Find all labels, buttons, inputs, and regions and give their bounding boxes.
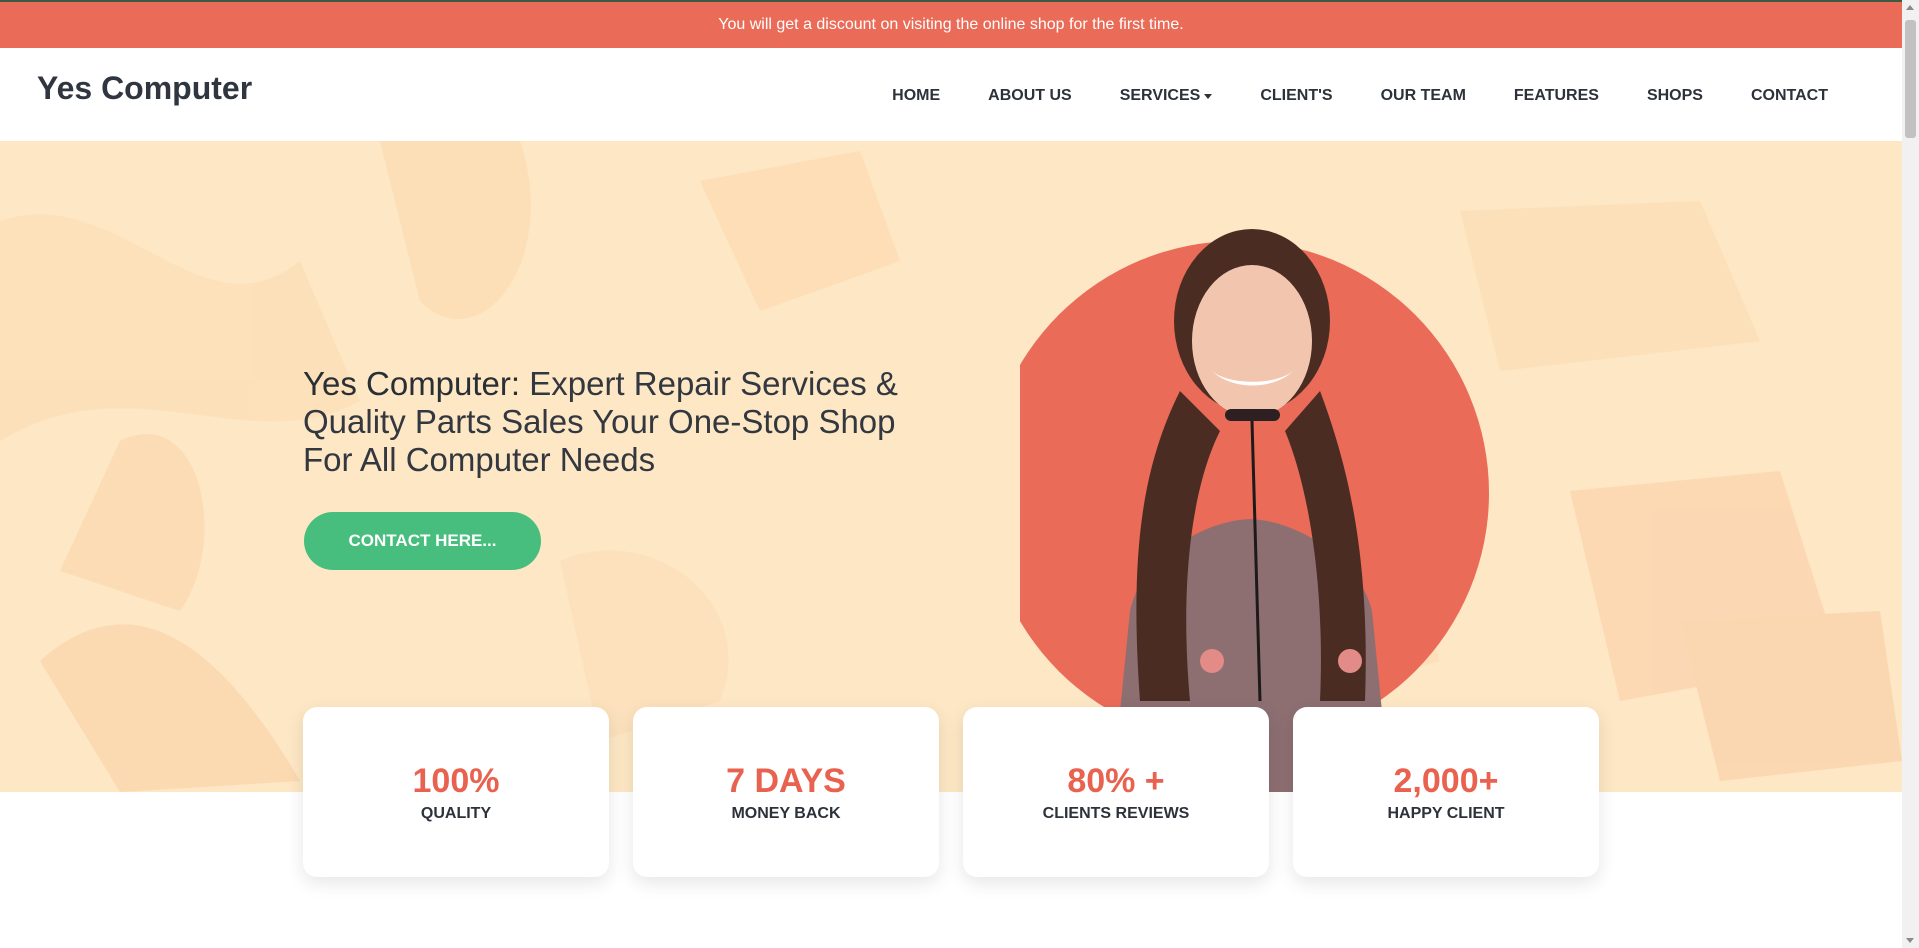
stat-value: 80% +: [1067, 762, 1165, 800]
stat-label: MONEY BACK: [731, 805, 841, 822]
nav-services[interactable]: SERVICES: [1096, 86, 1237, 106]
nav-clients-label: CLIENT'S: [1260, 87, 1333, 104]
announcement-bar: You will get a discount on visiting the …: [0, 2, 1902, 48]
header-navbar: Yes Computer HOME ABOUT US SERVICES CLIE…: [0, 48, 1902, 141]
stat-card: 80% + CLIENTS REVIEWS: [963, 707, 1269, 877]
stat-label: CLIENTS REVIEWS: [1042, 805, 1190, 822]
hero-portrait: [985, 141, 1520, 792]
site-logo-text[interactable]: Yes Computer: [37, 70, 252, 107]
nav-shops[interactable]: SHOPS: [1623, 86, 1727, 106]
nav-shops-label: SHOPS: [1646, 87, 1703, 104]
contact-here-button[interactable]: CONTACT HERE...: [304, 512, 541, 570]
nav-clients[interactable]: CLIENT'S: [1236, 86, 1356, 106]
nav-home-label: HOME: [892, 87, 941, 104]
stat-label: HAPPY CLIENT: [1387, 805, 1505, 822]
main-nav: HOME ABOUT US SERVICES CLIENT'S OUR TEAM…: [868, 86, 1852, 106]
stat-value: 7 DAYS: [726, 762, 846, 800]
nav-our-team-label: OUR TEAM: [1380, 87, 1466, 104]
hero-background-pattern: [0, 141, 1902, 792]
nav-services-label: SERVICES: [1119, 87, 1201, 104]
chevron-down-icon: [1204, 93, 1213, 99]
stat-value: 100%: [412, 762, 500, 800]
stat-card: 2,000+ HAPPY CLIENT: [1293, 707, 1599, 877]
nav-features[interactable]: FEATURES: [1490, 86, 1623, 106]
stat-value: 2,000+: [1393, 762, 1499, 800]
scrollbar-thumb[interactable]: [1905, 20, 1916, 138]
nav-our-team[interactable]: OUR TEAM: [1357, 86, 1490, 106]
announcement-text: You will get a discount on visiting the …: [718, 16, 1184, 33]
stat-label: QUALITY: [420, 805, 492, 822]
stats-row: 100% QUALITY 7 DAYS MONEY BACK 80% + CLI…: [303, 707, 1599, 877]
stat-card: 100% QUALITY: [303, 707, 609, 877]
nav-home[interactable]: HOME: [868, 86, 964, 106]
nav-contact-label: CONTACT: [1750, 87, 1828, 104]
nav-contact[interactable]: CONTACT: [1727, 86, 1852, 106]
portrait-photo-icon: [985, 229, 1489, 792]
nav-features-label: FEATURES: [1513, 87, 1599, 104]
scroll-up-arrow-icon[interactable]: [1906, 5, 1914, 10]
hero-headline-brand: Yes Computer:: [303, 365, 521, 402]
nav-about-us[interactable]: ABOUT US: [964, 86, 1096, 106]
hero-headline: Yes Computer: Expert Repair Services & Q…: [303, 365, 923, 479]
page-scrollbar[interactable]: [1902, 0, 1919, 948]
nav-about-us-label: ABOUT US: [988, 87, 1072, 104]
stat-card: 7 DAYS MONEY BACK: [633, 707, 939, 877]
hero-section: Yes Computer: Expert Repair Services & Q…: [0, 141, 1902, 792]
scroll-down-arrow-icon[interactable]: [1906, 938, 1914, 943]
